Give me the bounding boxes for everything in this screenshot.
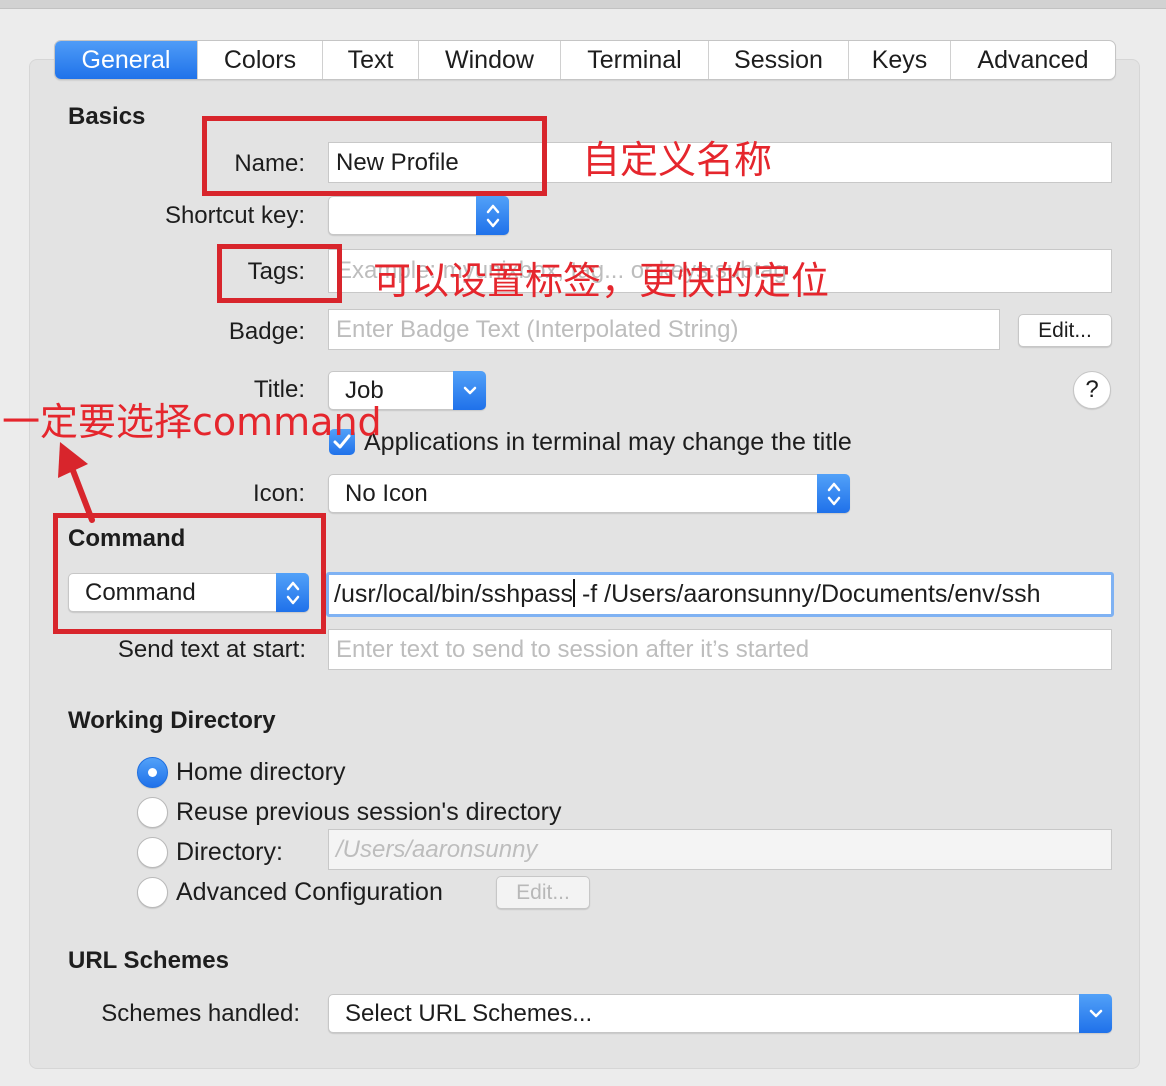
radio-home-directory[interactable] xyxy=(137,757,168,788)
radio-advanced-configuration[interactable] xyxy=(137,877,168,908)
working-directory-heading: Working Directory xyxy=(68,707,276,734)
name-annotation: 自定义名称 xyxy=(582,138,773,182)
chevron-down-icon xyxy=(1079,994,1112,1033)
tags-annotation: 可以设置标签，更快的定位 xyxy=(373,259,830,303)
tab-advanced[interactable]: Advanced xyxy=(951,41,1115,79)
tab-text[interactable]: Text xyxy=(323,41,419,79)
tab-keys[interactable]: Keys xyxy=(849,41,951,79)
radio-directory[interactable] xyxy=(137,837,168,868)
url-schemes-heading: URL Schemes xyxy=(68,947,229,974)
send-text-label: Send text at start: xyxy=(117,636,306,663)
url-schemes-value: Select URL Schemes... xyxy=(345,1000,593,1027)
tab-colors[interactable]: Colors xyxy=(198,41,323,79)
tab-bar: General Colors Text Window Terminal Sess… xyxy=(54,40,1116,80)
tab-window[interactable]: Window xyxy=(419,41,561,79)
schemes-handled-label: Schemes handled: xyxy=(101,1000,300,1027)
tab-general[interactable]: General xyxy=(55,41,198,79)
window-top-edge xyxy=(0,0,1166,9)
advanced-configuration-label: Advanced Configuration xyxy=(176,878,443,906)
command-input[interactable]: /usr/local/bin/sshpass -f /Users/aaronsu… xyxy=(326,572,1114,617)
chevron-down-icon xyxy=(453,371,486,410)
command-highlight-box xyxy=(53,513,326,634)
url-schemes-popup[interactable]: Select URL Schemes... xyxy=(328,994,1112,1033)
help-button[interactable]: ? xyxy=(1073,371,1111,409)
icon-popup[interactable]: No Icon xyxy=(328,474,850,513)
shortcut-key-popup[interactable] xyxy=(328,196,509,235)
command-annotation: 一定要选择command xyxy=(2,400,382,444)
name-highlight-box xyxy=(202,116,547,196)
send-text-input[interactable]: Enter text to send to session after it’s… xyxy=(328,629,1112,670)
directory-label: Directory: xyxy=(176,838,283,866)
change-title-label: Applications in terminal may change the … xyxy=(364,428,852,456)
stepper-icon xyxy=(476,196,509,235)
radio-reuse-directory[interactable] xyxy=(137,797,168,828)
directory-input[interactable]: /Users/aaronsunny xyxy=(328,829,1112,870)
tab-terminal[interactable]: Terminal xyxy=(561,41,709,79)
advanced-config-edit-button[interactable]: Edit... xyxy=(496,876,590,909)
tags-highlight-box xyxy=(217,244,342,303)
icon-popup-value: No Icon xyxy=(345,480,428,507)
command-text-after-caret: -f /Users/aaronsunny/Documents/env/ssh xyxy=(575,580,1041,608)
badge-edit-button[interactable]: Edit... xyxy=(1018,314,1112,347)
basics-heading: Basics xyxy=(68,103,146,130)
home-directory-label: Home directory xyxy=(176,758,346,786)
badge-label: Badge: xyxy=(228,318,305,345)
badge-input[interactable]: Enter Badge Text (Interpolated String) xyxy=(328,309,1000,350)
reuse-directory-label: Reuse previous session's directory xyxy=(176,798,562,826)
shortcut-key-label: Shortcut key: xyxy=(164,202,305,229)
stepper-icon xyxy=(817,474,850,513)
icon-label: Icon: xyxy=(252,480,305,507)
command-text-before-caret: /usr/local/bin/sshpass xyxy=(334,580,574,608)
tab-session[interactable]: Session xyxy=(709,41,849,79)
